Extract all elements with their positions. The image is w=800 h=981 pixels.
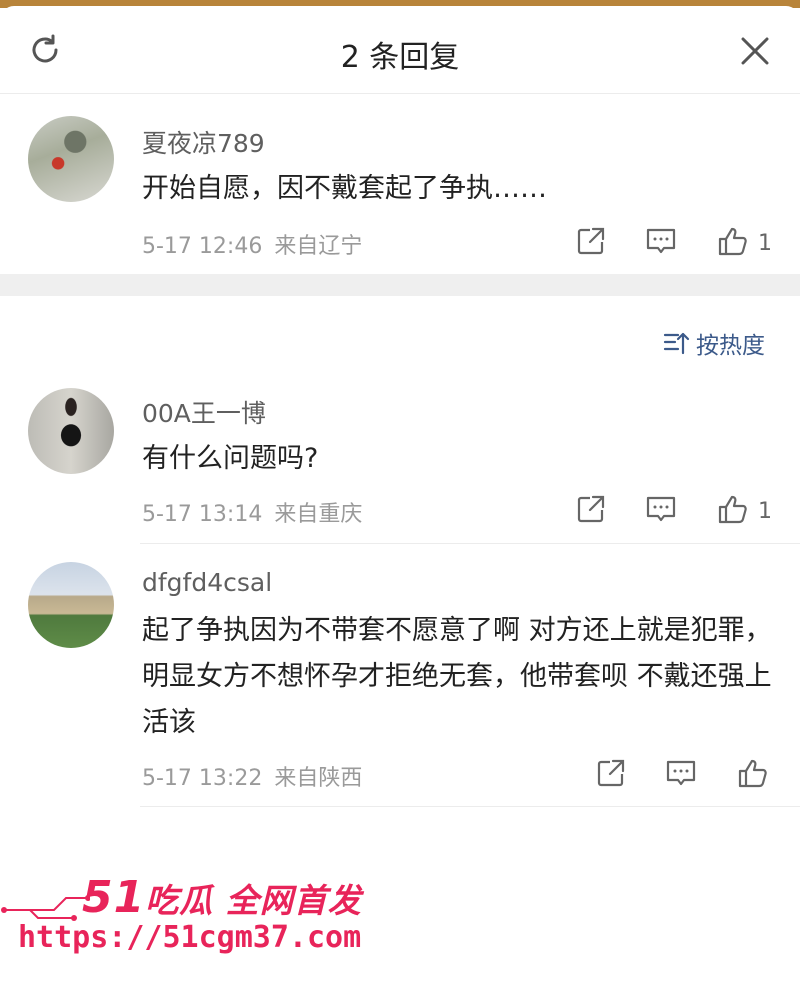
sort-label: 按热度: [696, 333, 765, 359]
comment-text: 起了争执因为不带套不愿意了啊 对方还上就是犯罪，明显女方不想怀孕才拒绝无套，他带…: [142, 615, 772, 738]
username[interactable]: 夏夜凉789: [142, 124, 265, 160]
divider: [140, 543, 800, 544]
comment-icon[interactable]: [645, 225, 677, 257]
comment-text: 开始自愿，因不戴套起了争执……: [142, 173, 547, 204]
close-icon[interactable]: [738, 34, 772, 68]
comment-meta: 5-17 12:46 来自辽宁: [142, 228, 362, 260]
username[interactable]: dfgfd4csal: [142, 568, 272, 597]
like-icon[interactable]: [716, 493, 748, 525]
comment-location: 来自重庆: [274, 502, 363, 527]
username[interactable]: 00A王一博: [142, 394, 266, 430]
watermark-text: 吃瓜 全网首发: [145, 881, 362, 920]
sort-icon: [663, 332, 690, 355]
share-icon[interactable]: [575, 493, 607, 525]
watermark: 51吃瓜 全网首发 https://51cgm37.com: [0, 868, 361, 978]
comment-time: 5-17 13:22: [142, 766, 263, 791]
avatar[interactable]: [28, 388, 114, 474]
avatar[interactable]: [28, 562, 114, 648]
reply-sheet: 2 条回复 夏夜凉789 开始自愿，因不戴套起了争执…… 5-17 12:46 来…: [0, 6, 800, 981]
divider: [140, 806, 800, 807]
avatar[interactable]: [28, 116, 114, 202]
share-icon[interactable]: [595, 757, 627, 789]
comment-location: 来自陕西: [274, 766, 363, 791]
watermark-number: 51: [82, 872, 146, 923]
comment-icon[interactable]: [665, 757, 697, 789]
share-icon[interactable]: [575, 225, 607, 257]
like-count: 1: [758, 231, 772, 256]
like-icon[interactable]: [716, 225, 748, 257]
comment-meta: 5-17 13:14 来自重庆: [142, 496, 362, 528]
comment-location: 来自辽宁: [274, 234, 363, 259]
comment-icon[interactable]: [645, 493, 677, 525]
like-count: 1: [758, 499, 772, 524]
comment-meta: 5-17 13:22 来自陕西: [142, 760, 362, 792]
comment-time: 5-17 13:14: [142, 502, 263, 527]
watermark-url: https://51cgm37.com: [18, 920, 362, 955]
section-divider: [0, 274, 800, 296]
sheet-header: 2 条回复: [0, 6, 800, 94]
comment-text: 有什么问题吗?: [142, 443, 319, 474]
page-title: 2 条回复: [340, 40, 460, 75]
like-icon[interactable]: [736, 757, 768, 789]
sort-button[interactable]: 按热度: [662, 326, 765, 360]
comment-time: 5-17 12:46: [142, 234, 263, 259]
watermark-brand: 51吃瓜 全网首发: [82, 872, 362, 923]
